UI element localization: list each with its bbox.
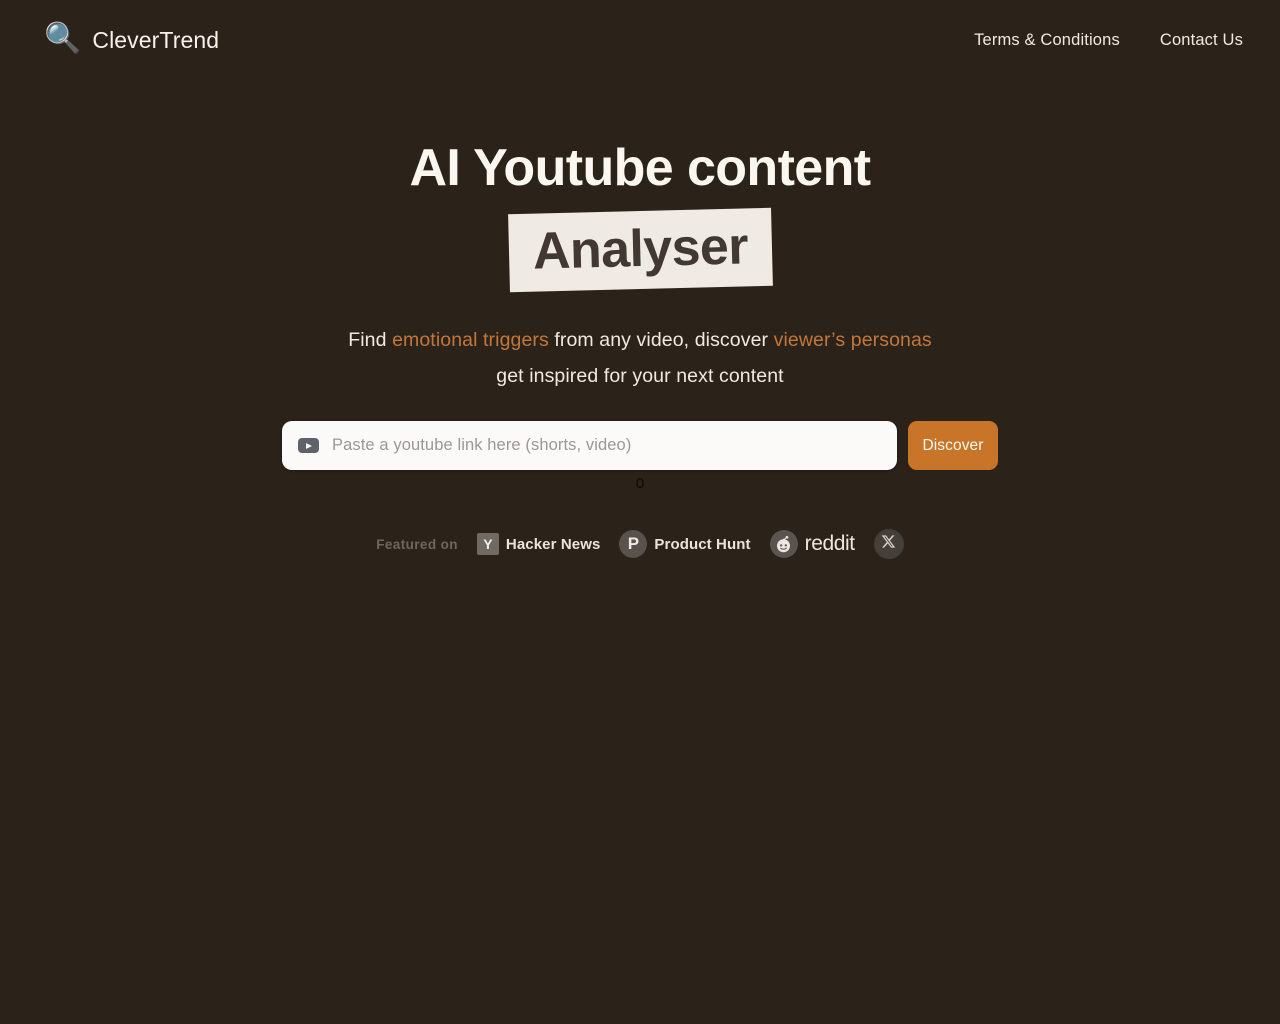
youtube-link-input[interactable]	[332, 436, 881, 456]
badge-reddit-label: reddit	[804, 532, 856, 556]
search-field[interactable]	[282, 421, 897, 471]
badge-product-hunt-label: Product Hunt	[654, 535, 751, 553]
badge-x-twitter[interactable]	[873, 529, 904, 560]
main-nav: Terms & Conditions Contact Us	[974, 31, 1248, 50]
nav-link-terms[interactable]: Terms & Conditions	[974, 31, 1120, 50]
subtitle-accent-viewer-personas: viewer’s personas	[773, 329, 932, 351]
page-title-highlight-row: Analyser	[507, 207, 773, 293]
site-header: 🔍 CleverTrend Terms & Conditions Contact…	[0, 0, 1280, 80]
subtitle-line2: get inspired for your next content	[496, 365, 784, 388]
brand-logo-link[interactable]: 🔍 CleverTrend	[44, 22, 220, 55]
badge-hacker-news[interactable]: Y Hacker News	[476, 533, 601, 556]
youtube-icon	[298, 438, 319, 454]
badge-hacker-news-label: Hacker News	[505, 535, 601, 553]
nav-link-contact[interactable]: Contact Us	[1160, 31, 1243, 50]
badge-product-hunt[interactable]: P Product Hunt	[619, 530, 751, 559]
hero-subtitle: Find emotional triggers from any video, …	[348, 322, 932, 394]
hacker-news-icon: Y	[476, 533, 499, 556]
search-row: Discover	[282, 421, 998, 471]
page-title-highlight: Analyser	[507, 207, 773, 293]
badge-reddit[interactable]: reddit	[769, 530, 856, 559]
subtitle-part2: from any video, discover	[548, 329, 774, 351]
result-counter: 0	[635, 475, 645, 493]
hero-section: AI Youtube content Analyser Find emotion…	[0, 80, 1280, 560]
featured-on-row: Featured on Y Hacker News P Product Hunt	[376, 529, 904, 560]
subtitle-part1: Find	[348, 329, 393, 351]
discover-button[interactable]: Discover	[908, 421, 998, 471]
page-title: AI Youtube content	[409, 139, 871, 197]
product-hunt-icon: P	[619, 530, 648, 559]
magnifier-icon: 🔍	[44, 22, 82, 55]
reddit-icon	[769, 530, 798, 559]
brand-name: CleverTrend	[92, 26, 220, 53]
featured-on-label: Featured on	[376, 536, 458, 552]
x-twitter-icon	[881, 534, 896, 554]
subtitle-accent-emotional-triggers: emotional triggers	[392, 329, 549, 351]
